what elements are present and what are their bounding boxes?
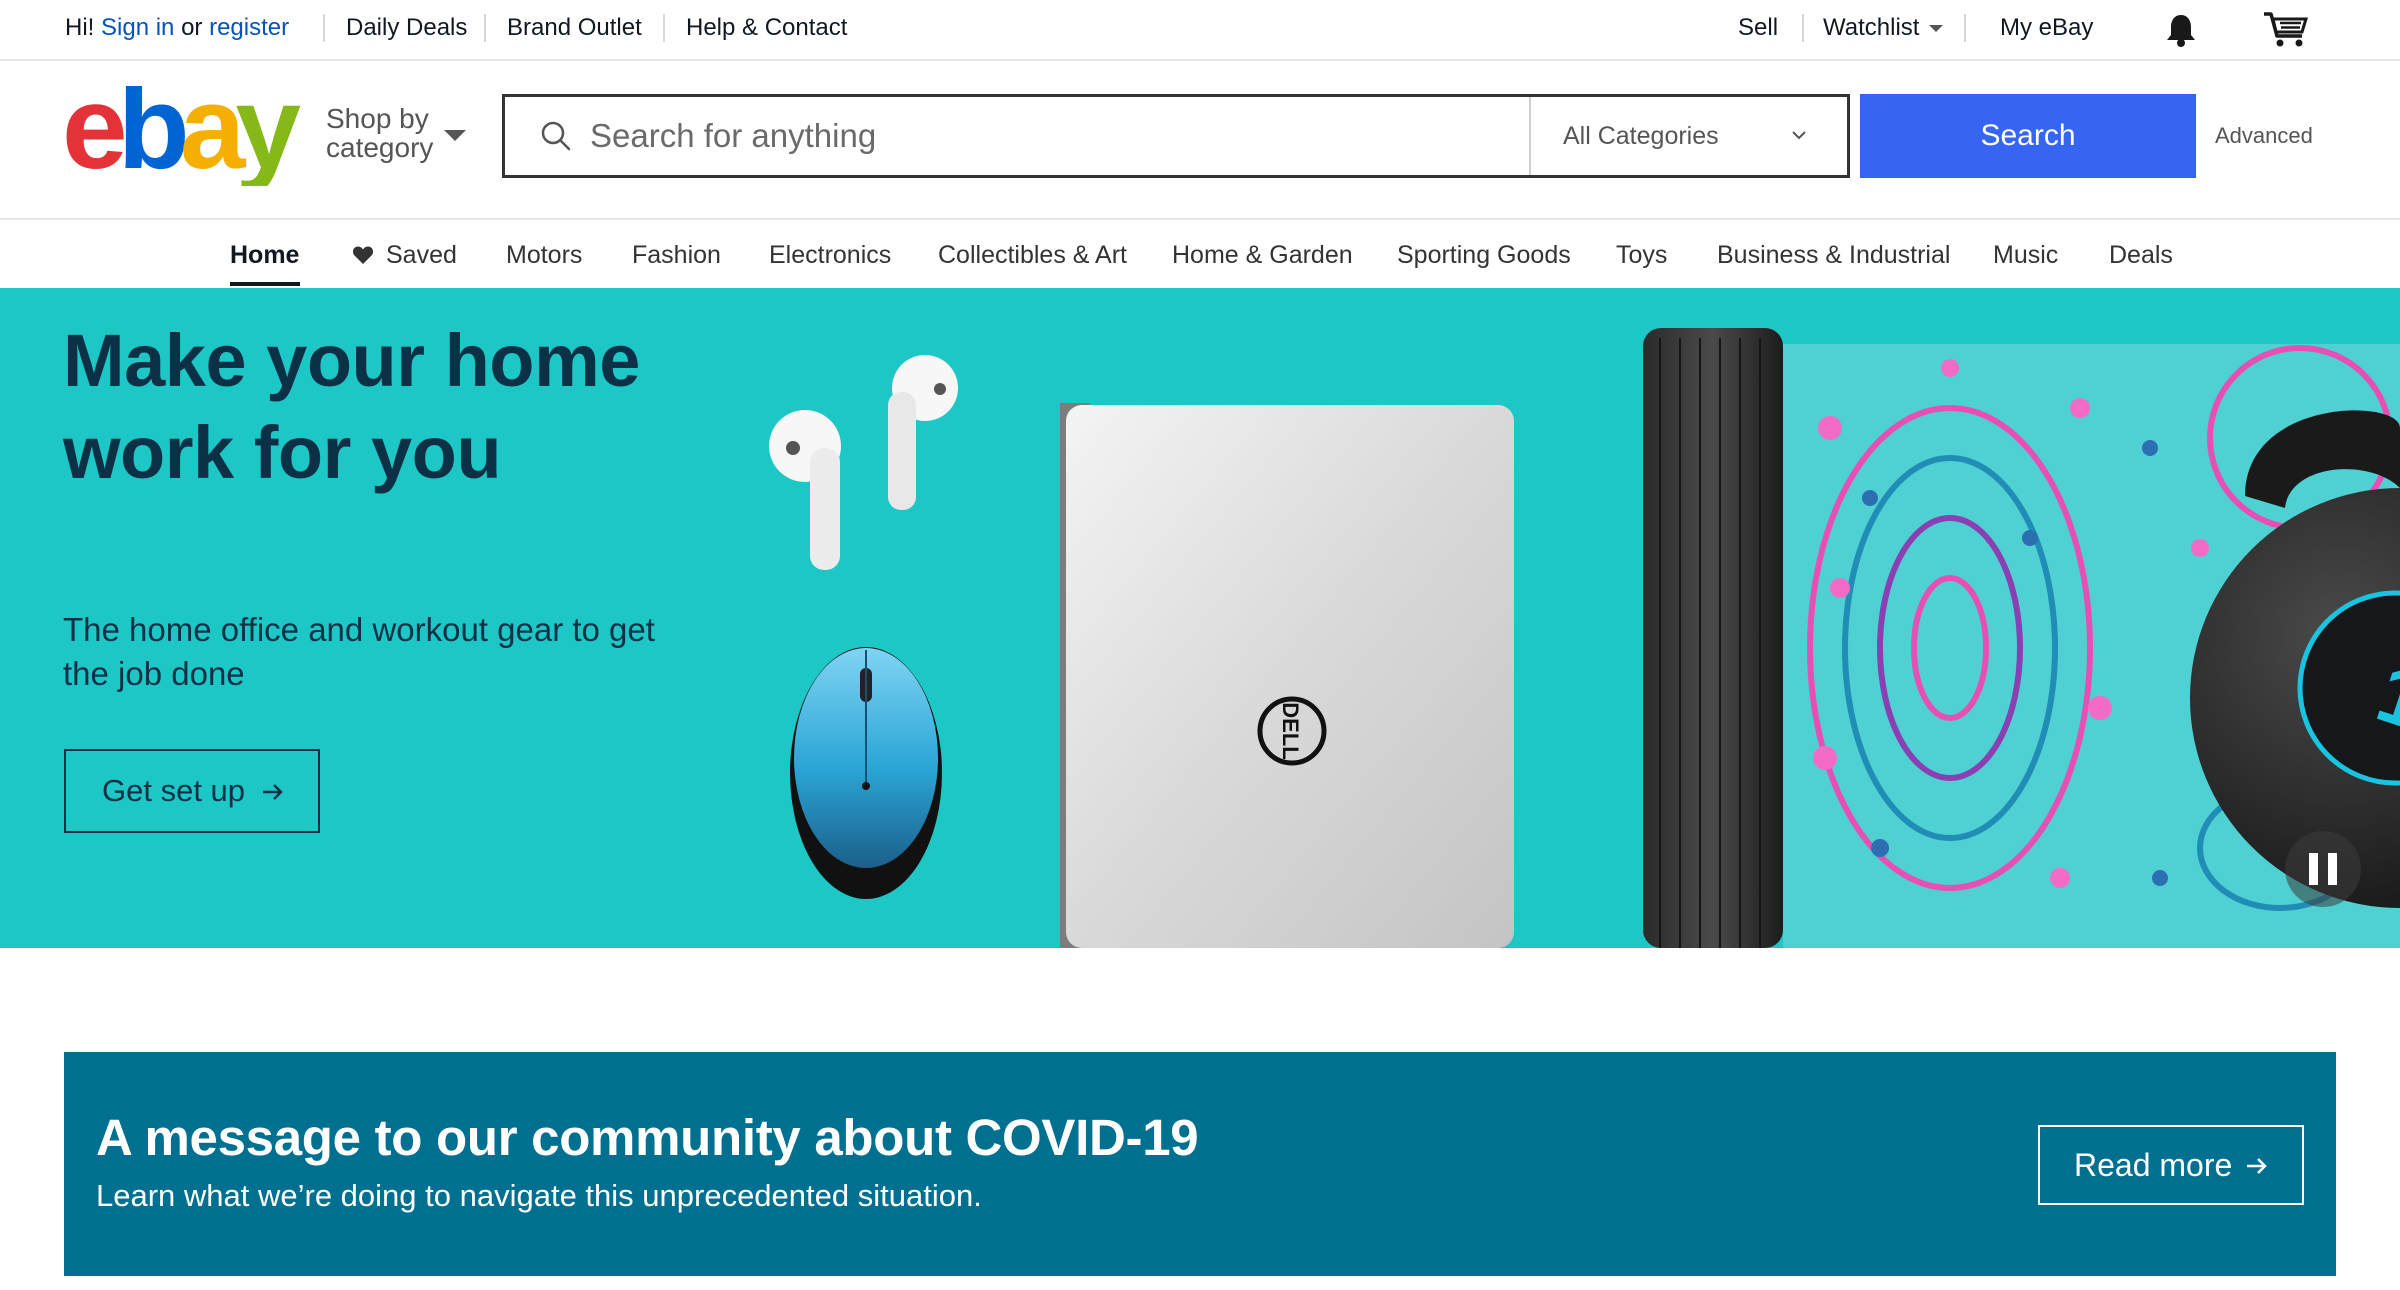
airpods-image (769, 355, 958, 570)
nav-deals[interactable]: Deals (2109, 220, 2173, 288)
sell-link[interactable]: Sell (1738, 0, 1778, 56)
advanced-search-link[interactable]: Advanced (2215, 94, 2313, 178)
get-set-up-button[interactable]: Get set up (64, 749, 320, 833)
help-contact-link[interactable]: Help & Contact (686, 0, 847, 56)
shop-by-line1: Shop by (326, 103, 429, 134)
covid-subtitle: Learn what we’re doing to navigate this … (96, 1178, 982, 1213)
divider (663, 14, 665, 42)
nav-music[interactable]: Music (1993, 220, 2058, 288)
divider (323, 14, 325, 42)
bell-icon[interactable] (2164, 12, 2198, 48)
nav-saved[interactable]: Saved (352, 220, 457, 288)
or-text: or (181, 14, 203, 41)
active-tab-indicator (230, 282, 300, 286)
nav-saved-label: Saved (386, 241, 457, 269)
category-select[interactable]: All Categories (1529, 97, 1847, 175)
nav-home-garden[interactable]: Home & Garden (1172, 220, 1353, 288)
cart-icon[interactable] (2262, 10, 2308, 48)
nav-fashion[interactable]: Fashion (632, 220, 721, 288)
watchlist-label: Watchlist (1823, 14, 1920, 41)
shop-by-line2: category (326, 132, 434, 163)
read-more-button[interactable]: Read more (2038, 1125, 2304, 1205)
arrow-right-icon (263, 784, 283, 800)
search-icon (541, 121, 571, 151)
nav-electronics[interactable]: Electronics (769, 220, 891, 288)
hero-subtitle: The home office and workout gear to get … (63, 611, 655, 692)
register-link[interactable]: register (209, 14, 289, 41)
sign-in-link[interactable]: Sign in (101, 14, 174, 41)
chevron-down-icon (1929, 25, 1944, 33)
svg-text:ebay: ebay (62, 86, 300, 186)
chevron-down-icon[interactable] (444, 130, 466, 141)
chevron-down-icon (1792, 131, 1806, 140)
brand-outlet-link[interactable]: Brand Outlet (507, 0, 642, 56)
heart-icon (352, 246, 374, 264)
search-bar: All Categories (502, 94, 1850, 178)
divider (1964, 14, 1966, 42)
nav-collectibles-art[interactable]: Collectibles & Art (938, 220, 1127, 288)
mouse-image (790, 647, 942, 899)
nav-motors[interactable]: Motors (506, 220, 582, 288)
laptop-image: DELL (1060, 403, 1514, 948)
covid-title: A message to our community about COVID-1… (96, 1109, 1199, 1166)
category-nav: Home Saved Motors Fashion Electronics Co… (0, 218, 2400, 288)
daily-deals-link[interactable]: Daily Deals (346, 0, 467, 56)
arrow-right-icon (2247, 1158, 2267, 1174)
nav-business-industrial[interactable]: Business & Industrial (1717, 220, 1950, 288)
shop-by-category-button[interactable]: Shop by category (326, 104, 433, 162)
pause-icon (2309, 853, 2318, 885)
category-selected: All Categories (1563, 122, 1719, 150)
divider (1802, 14, 1804, 42)
pause-button[interactable] (2285, 831, 2361, 907)
covid-banner: A message to our community about COVID-1… (64, 1052, 2336, 1276)
top-utility-bar: Hi! Sign in or register Daily Deals Bran… (0, 0, 2400, 61)
greeting-text: Hi! (65, 14, 95, 41)
read-more-label: Read more (2074, 1147, 2233, 1183)
greeting: Hi! Sign in or register (65, 0, 289, 56)
search-button[interactable]: Search (1860, 94, 2196, 178)
my-ebay-link[interactable]: My eBay (2000, 0, 2093, 56)
ebay-logo[interactable]: ebay (62, 86, 302, 186)
nav-sporting-goods[interactable]: Sporting Goods (1397, 220, 1571, 288)
nav-home[interactable]: Home (230, 220, 299, 288)
search-input[interactable] (590, 97, 1490, 175)
pause-icon-bar (2328, 853, 2337, 885)
divider (484, 14, 486, 42)
hero-banner[interactable]: DELL 15 Make your home work for you The … (0, 288, 2400, 948)
watchlist-dropdown[interactable]: Watchlist (1823, 0, 1944, 56)
laptop-brand: DELL (1278, 702, 1303, 759)
get-set-up-label: Get set up (102, 773, 246, 808)
nav-toys[interactable]: Toys (1616, 220, 1667, 288)
hero-title: Make your home work for you (63, 319, 640, 494)
